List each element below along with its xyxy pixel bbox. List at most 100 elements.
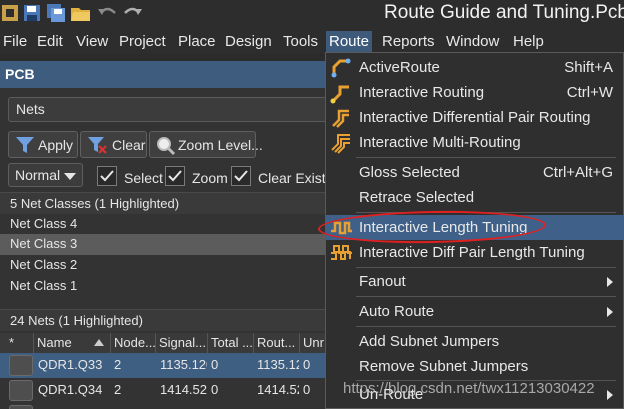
cell-name: QDR1.Q34 xyxy=(38,382,103,397)
sort-ascending-icon xyxy=(94,339,104,346)
diff-pair-routing-icon xyxy=(332,109,349,128)
menu-item-label: Interactive Differential Pair Routing xyxy=(359,109,591,126)
save-icon[interactable] xyxy=(22,3,42,23)
nets-count: 24 Nets (1 Highlighted) xyxy=(10,313,143,328)
cell-total: 0 xyxy=(211,382,219,397)
net-class-row[interactable]: Net Class 4 xyxy=(0,214,330,235)
row-color-swatch[interactable] xyxy=(9,355,33,376)
cell-routed: 1135.12 xyxy=(257,357,299,372)
net-class-row-selected[interactable]: Net Class 3 xyxy=(0,234,330,255)
cell-nodes: 2 xyxy=(114,357,122,372)
multi-routing-icon xyxy=(331,134,350,154)
menu-item-interactive-multi-routing[interactable]: Interactive Multi-Routing xyxy=(326,130,623,155)
net-classes-count: 5 Net Classes (1 Highlighted) xyxy=(10,196,180,211)
table-row[interactable] xyxy=(0,403,330,409)
cell-routed: 1414.52 xyxy=(257,382,299,397)
submenu-arrow-icon xyxy=(607,390,613,400)
menu-view[interactable]: View xyxy=(73,31,111,53)
net-class-name: Net Class 1 xyxy=(10,278,78,293)
menu-item-label: Remove Subnet Jumpers xyxy=(359,358,529,375)
cell-name: QDR1.Q33 xyxy=(38,357,103,372)
menu-item-label: Add Subnet Jumpers xyxy=(359,333,500,350)
submenu-arrow-icon xyxy=(607,307,613,317)
highlight-mode-value: Normal xyxy=(15,167,61,183)
menu-project[interactable]: Project xyxy=(116,31,169,53)
menu-separator xyxy=(356,157,616,158)
column-header-name[interactable]: Name xyxy=(34,333,111,353)
cell-signal: 1135.120 xyxy=(160,357,207,372)
panel-mode-value: Nets xyxy=(16,101,45,117)
menu-help[interactable]: Help xyxy=(510,31,547,53)
highlight-mode-select[interactable]: Normal xyxy=(8,163,83,187)
title-bar: Route Guide and Tuning.PcbD xyxy=(0,0,624,29)
cell-nodes: 2 xyxy=(114,382,122,397)
app-logo-icon xyxy=(2,5,18,21)
checkmark-icon xyxy=(234,170,248,182)
menu-item-label: ActiveRoute xyxy=(359,59,440,76)
cell-unrouted: 0 xyxy=(303,382,311,397)
zoom-level-button[interactable]: Zoom Level... xyxy=(149,131,263,158)
zoom-checkbox-label: Zoom xyxy=(192,170,228,186)
apply-button[interactable]: Apply xyxy=(8,131,78,158)
menu-window[interactable]: Window xyxy=(443,31,502,53)
menu-item-gloss-selected[interactable]: Gloss Selected Ctrl+Alt+G xyxy=(326,160,623,185)
menu-item-auto-route[interactable]: Auto Route xyxy=(326,299,623,324)
active-route-icon xyxy=(331,58,351,78)
save-all-icon[interactable] xyxy=(46,3,66,23)
zoom-checkbox[interactable] xyxy=(165,166,185,186)
checkmark-icon xyxy=(168,170,182,182)
magnifier-icon xyxy=(157,137,176,156)
column-header[interactable]: * xyxy=(6,333,34,353)
submenu-arrow-icon xyxy=(607,277,613,287)
column-header[interactable]: Total ... xyxy=(208,333,254,353)
net-class-row[interactable]: Net Class 2 xyxy=(0,255,330,276)
pcb-panel-header: PCB xyxy=(0,61,330,88)
menu-item-label: Fanout xyxy=(359,273,406,290)
select-checkbox-label: Select xyxy=(124,170,163,186)
menu-item-retrace-selected[interactable]: Retrace Selected xyxy=(326,185,623,210)
menu-file[interactable]: File xyxy=(0,31,30,53)
menu-route[interactable]: Route xyxy=(326,31,373,53)
menu-item-remove-subnet-jumpers[interactable]: Remove Subnet Jumpers xyxy=(326,354,623,379)
redo-icon[interactable] xyxy=(122,3,142,23)
open-folder-icon[interactable] xyxy=(70,3,90,23)
column-header[interactable]: Signal... xyxy=(156,333,208,353)
interactive-routing-icon xyxy=(330,85,349,104)
net-class-name: Net Class 4 xyxy=(10,216,78,231)
menu-place[interactable]: Place xyxy=(175,31,219,53)
column-header-label: Name xyxy=(37,335,72,350)
column-header[interactable]: Node... xyxy=(111,333,156,353)
menu-item-interactive-routing[interactable]: Interactive Routing Ctrl+W xyxy=(326,80,623,105)
net-classes-header: 5 Net Classes (1 Highlighted) xyxy=(0,192,330,214)
menu-item-add-subnet-jumpers[interactable]: Add Subnet Jumpers xyxy=(326,329,623,354)
checkmark-icon xyxy=(100,170,114,182)
menu-item-active-route[interactable]: ActiveRoute Shift+A xyxy=(326,55,623,80)
clear-existing-checkbox[interactable] xyxy=(231,166,251,186)
table-row-selected[interactable]: QDR1.Q33 2 1135.120 0 1135.12 0 xyxy=(0,353,330,378)
undo-icon[interactable] xyxy=(96,3,116,23)
menu-reports[interactable]: Reports xyxy=(379,31,438,53)
menu-item-label: Interactive Multi-Routing xyxy=(359,134,521,151)
menu-tools[interactable]: Tools xyxy=(280,31,321,53)
menu-design[interactable]: Design xyxy=(222,31,275,53)
menu-item-label: Interactive Diff Pair Length Tuning xyxy=(359,244,585,261)
column-header[interactable]: Rout... xyxy=(254,333,300,353)
row-color-swatch[interactable] xyxy=(9,380,33,401)
row-color-swatch[interactable] xyxy=(9,405,33,409)
panel-mode-select[interactable]: Nets xyxy=(8,97,330,122)
menu-item-label: Retrace Selected xyxy=(359,189,475,206)
clear-button[interactable]: Clear xyxy=(80,131,147,158)
menu-item-interactive-diff-pair-routing[interactable]: Interactive Differential Pair Routing xyxy=(326,105,623,130)
clear-filter-icon xyxy=(88,137,107,154)
menu-edit[interactable]: Edit xyxy=(34,31,66,53)
menu-item-fanout[interactable]: Fanout xyxy=(326,269,623,294)
table-row[interactable]: QDR1.Q34 2 1414.52! 0 1414.52 0 xyxy=(0,378,330,403)
menu-item-interactive-diff-pair-length-tuning[interactable]: Interactive Diff Pair Length Tuning xyxy=(326,240,623,265)
apply-button-label: Apply xyxy=(38,137,74,153)
menu-item-label: Gloss Selected xyxy=(359,164,460,181)
cell-unrouted: 0 xyxy=(303,357,311,372)
net-class-row[interactable]: Net Class 1 xyxy=(0,276,330,297)
select-checkbox[interactable] xyxy=(97,166,117,186)
cell-total: 0 xyxy=(211,357,219,372)
nets-table-header: * Name Node... Signal... Total ... Rout.… xyxy=(0,333,330,353)
